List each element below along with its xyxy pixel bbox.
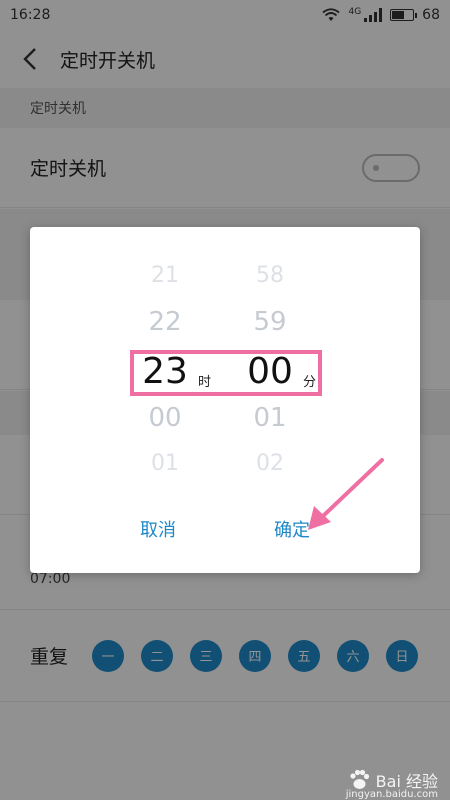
hour-option[interactable]: 22	[130, 307, 200, 337]
time-picker-dialog: 21 22 23 时 00 01 58 59 00 分 01 02 取消 确定	[30, 227, 420, 573]
cancel-button[interactable]: 取消	[118, 512, 198, 546]
selection-highlight-box	[130, 350, 322, 396]
minute-option[interactable]: 02	[235, 451, 305, 476]
minute-option[interactable]: 58	[235, 263, 305, 288]
confirm-button[interactable]: 确定	[252, 512, 332, 546]
hour-option[interactable]: 01	[130, 451, 200, 476]
time-picker: 21 22 23 时 00 01 58 59 00 分 01 02	[30, 227, 420, 487]
paw-logo-icon	[350, 769, 369, 789]
hour-option[interactable]: 00	[130, 403, 200, 433]
minute-option[interactable]: 01	[235, 403, 305, 433]
watermark-url: jingyan.baidu.com	[345, 789, 438, 800]
minute-option[interactable]: 59	[235, 307, 305, 337]
hour-option[interactable]: 21	[130, 263, 200, 288]
